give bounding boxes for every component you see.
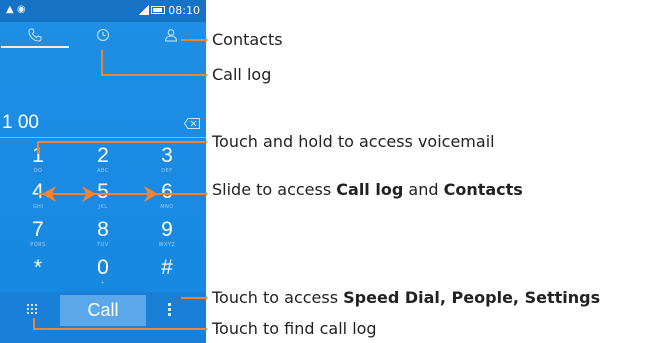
menu-prefix: Touch to access	[212, 288, 344, 307]
dialer-tabs	[0, 22, 206, 48]
backspace-icon[interactable]	[184, 118, 200, 129]
tab-call-log[interactable]	[69, 22, 137, 48]
key-letters: GHI	[32, 204, 44, 210]
key-star[interactable]: *	[8, 257, 68, 297]
battery-icon	[151, 6, 166, 14]
key-letters: OO	[33, 168, 43, 174]
key-digit: *	[33, 256, 43, 279]
callout-contacts: Contacts	[212, 30, 283, 49]
clock-time: 08:10	[168, 4, 200, 17]
key-digit: 9	[161, 218, 173, 241]
key-letters: DEF	[161, 168, 173, 174]
slide-right-arrow-icon	[144, 186, 158, 202]
slide-middle-arrow-icon	[82, 186, 96, 202]
slide-left-arrow-icon	[42, 186, 56, 202]
tab-contacts[interactable]	[137, 22, 205, 48]
phone-screen: ▲ ◉ 08:10 1 00 1 OO 2 ABC 3 DEF 4 GHI 5 …	[0, 0, 206, 343]
callout-menu: Touch to access Speed Dial, People, Sett…	[212, 288, 600, 307]
number-display[interactable]: 1 00	[0, 108, 206, 138]
key-0[interactable]: 0 +	[73, 257, 133, 297]
signal-icon	[139, 5, 150, 15]
clock-icon	[97, 29, 109, 41]
key-2[interactable]: 2 ABC	[73, 145, 133, 185]
key-digit: 0	[97, 256, 109, 279]
key-letters: WXYZ	[158, 242, 176, 248]
callout-slide: Slide to access Call log and Contacts	[212, 180, 523, 199]
person-icon	[164, 29, 178, 42]
slide-contacts: Contacts	[443, 180, 523, 199]
slide-and: and	[403, 180, 444, 199]
key-letters	[8, 279, 68, 287]
menu-callout-line	[181, 297, 207, 299]
slide-prefix: Slide to access	[212, 180, 337, 199]
calllog-callout-horizontal	[101, 74, 207, 76]
dialed-number: 1 00	[2, 112, 39, 133]
status-bar: ▲ ◉ 08:10	[0, 0, 206, 22]
key-8[interactable]: 8 TUV	[73, 219, 133, 259]
phone-icon	[28, 28, 42, 42]
key-3[interactable]: 3 DEF	[137, 145, 197, 185]
key-digit: 8	[97, 218, 109, 241]
key-letters: MNO	[160, 204, 174, 210]
calllog-callout-vertical	[101, 50, 103, 75]
key-digit: 3	[161, 144, 173, 167]
slide-call-log: Call log	[336, 180, 404, 199]
key-7[interactable]: 7 PQRS	[8, 219, 68, 259]
overflow-menu-icon[interactable]	[168, 302, 172, 318]
key-hash[interactable]: #	[137, 257, 197, 297]
voicemail-callout-vertical	[37, 142, 39, 154]
key-4[interactable]: 4 GHI	[8, 181, 68, 221]
key-letters: TUV	[97, 242, 109, 248]
status-right: 08:10	[139, 4, 200, 17]
key-digit: 4	[32, 180, 44, 203]
key-9[interactable]: 9 WXYZ	[137, 219, 197, 259]
call-button[interactable]: Call	[60, 295, 146, 326]
findlog-callout-horizontal	[33, 328, 207, 330]
key-digit: 2	[97, 144, 109, 167]
grid-icon[interactable]	[27, 304, 39, 316]
key-letters: +	[100, 280, 106, 286]
key-digit: #	[161, 256, 173, 279]
callout-find-log: Touch to find call log	[212, 319, 377, 338]
notification-icons: ▲ ◉	[6, 4, 26, 15]
key-letters: ABC	[97, 168, 109, 174]
menu-bold: Speed Dial, People, Settings	[343, 288, 601, 307]
callout-call-log: Call log	[212, 65, 272, 84]
voicemail-callout-horizontal	[37, 141, 207, 143]
key-letters: JKL	[98, 204, 108, 210]
callout-voicemail: Touch and hold to access voicemail	[212, 132, 495, 151]
key-letters	[137, 279, 197, 287]
tab-dialer[interactable]	[1, 22, 69, 48]
key-digit: 7	[32, 218, 44, 241]
key-letters: PQRS	[30, 242, 46, 248]
contacts-callout-line	[181, 39, 207, 41]
slide-arrow-line	[38, 193, 207, 195]
